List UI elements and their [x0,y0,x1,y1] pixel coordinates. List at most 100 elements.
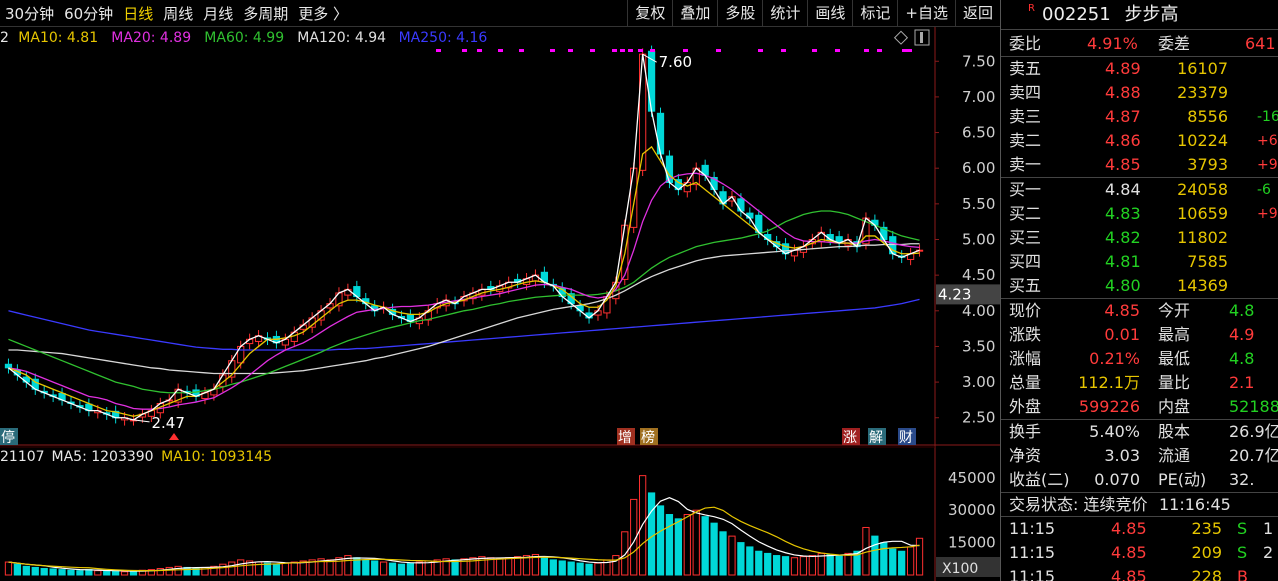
fundamentals: 换手 5.40% 股本 26.9亿 净资 3.03 流通 20.7亿 收益(二) 0.070 PE(… [1001,419,1278,492]
order-level-row[interactable]: 买一 4.84 24058 -6 [1001,178,1278,202]
toolbar-button[interactable]: 标记 [852,0,897,27]
order-level-price: 4.88 [1105,83,1141,102]
tick-time: 11:15 [1009,543,1056,562]
ma-legend-item: 2 [0,30,9,46]
volume-unit: X100 [942,561,978,577]
volume-bar [290,561,298,576]
order-level-label: 卖四 [1009,83,1042,102]
volume-bar [388,562,397,576]
order-level-label: 卖二 [1009,131,1042,150]
order-level-row[interactable]: 买五 4.80 14369 [1001,274,1278,298]
period-tab[interactable]: 60分钟 [59,4,118,24]
tick-price: 4.85 [1111,567,1147,581]
fundamental-value: 0.070 [1094,470,1140,489]
volume-bar [880,542,888,576]
order-level-label: 卖三 [1009,107,1042,126]
price-tick-label: 7.00 [962,88,995,106]
volume-bar [219,563,227,576]
period-tab[interactable]: 周线 [158,4,198,24]
order-level-row[interactable]: 卖一 4.85 3793 +9 [1001,153,1278,177]
order-level-row[interactable]: 卖四 4.88 23379 [1001,81,1278,105]
order-level-label: 买五 [1009,276,1042,295]
event-badge-label: 解 [869,430,883,446]
order-level-row[interactable]: 卖三 4.87 8556 -16 [1001,105,1278,129]
kline-chart[interactable]: 7.50 7.00 6.50 6.00 5.50 5.00 4.50 4.00 3.50 3.00… [0,27,1000,581]
order-level-row[interactable]: 买四 4.81 7585 [1001,250,1278,274]
period-tab[interactable]: 更多 〉 [293,4,353,24]
volume-bar [612,555,620,576]
volume-bar [549,559,557,576]
ma-legend-item: MA120: 4.94 [297,30,386,46]
quote-label: 内盘 [1158,397,1191,416]
toolbar-button[interactable]: 复权 [627,0,672,27]
volume-bar [674,518,682,576]
toolbar-button[interactable]: 多股 [717,0,762,27]
volume-bar [826,553,834,576]
volume-bar [746,546,754,576]
toolbar-button[interactable]: 叠加 [672,0,717,27]
signal-marker [612,49,617,52]
volume-bar [719,531,727,576]
quote-panel: R 002251 步步高 委比 4.91% 委差 641 卖五 4.89 16107… [1000,0,1278,581]
signal-marker [907,49,912,52]
order-level-row[interactable]: 买二 4.83 10659 +9 [1001,202,1278,226]
quote-value: 112.1万 [1078,373,1140,392]
order-level-volume: 7585 [1187,252,1228,271]
toolbar-button[interactable]: +自选 [897,0,955,27]
tick-list[interactable]: 11:15 4.85 235 S 1 11:15 4.85 209 S 2 11:15 4.85 228… [1001,516,1278,581]
fundamental-row: 收益(二) 0.070 PE(动) 32. [1001,468,1278,492]
signal-marker [638,49,643,52]
quote-value: 0.01 [1104,325,1140,344]
price-tick-label: 3.50 [962,337,995,355]
fundamental-label: 股本 [1158,422,1191,441]
order-level-volume: 24058 [1177,180,1228,199]
volume-bar [755,550,763,576]
period-tabs: 30分钟 60分钟 日线 周线 月线 多周期 更多 〉 [0,4,353,24]
order-level-price: 4.81 [1105,252,1141,271]
volume-bar [576,562,584,576]
price-tick-label: 2.50 [962,409,995,427]
volume-bar [22,565,30,576]
volume-bar [4,561,13,576]
toolbar-button[interactable]: 统计 [762,0,807,27]
order-level-row[interactable]: 买三 4.82 11802 [1001,226,1278,250]
order-level-row[interactable]: 卖五 4.89 16107 [1001,57,1278,81]
fundamental-value: 5.40% [1089,422,1140,441]
period-tab[interactable]: 日线 [118,4,158,24]
diamond-icon[interactable] [893,30,909,45]
order-level-volume: 23379 [1177,83,1228,102]
period-tab[interactable]: 30分钟 [0,4,59,24]
volume-bar [889,548,897,576]
fundamental-value: 32. [1229,470,1255,489]
order-level-row[interactable]: 卖二 4.86 10224 +6 [1001,129,1278,153]
volume-bar [67,569,75,576]
quote-label: 最低 [1158,349,1191,368]
stock-title: R 002251 步步高 [1001,0,1278,30]
quote-label: 今开 [1158,301,1191,320]
ma10-line [8,145,920,417]
toolbar-button[interactable]: 画线 [807,0,852,27]
ma250-line [8,298,920,351]
volume-legend-item: MA5: 1203390 [52,449,154,465]
volume-bar [31,566,39,576]
period-tab[interactable]: 月线 [198,4,238,24]
period-tab[interactable]: 多周期 [238,4,293,24]
signal-marker [550,49,555,52]
event-badge-label: 财 [899,430,913,446]
volume-bar [710,522,718,576]
volume-bar [540,557,549,576]
diff-label: 委差 [1158,34,1191,53]
volume-bar [692,509,700,576]
volume-bar [567,561,575,576]
volume-bar [728,535,736,576]
volume-bar [272,563,281,576]
volume-bar [844,552,852,576]
quote-label: 外盘 [1009,397,1042,416]
signal-marker [835,49,840,52]
tick-row: 11:15 4.85 228 B [1001,565,1278,581]
quote-value: 0.21% [1089,349,1140,368]
low-price-label: 2.47 [152,414,185,432]
toolbar-button[interactable]: 返回 [954,0,1000,27]
order-level-label: 买三 [1009,228,1042,247]
ma5-line [8,54,920,421]
